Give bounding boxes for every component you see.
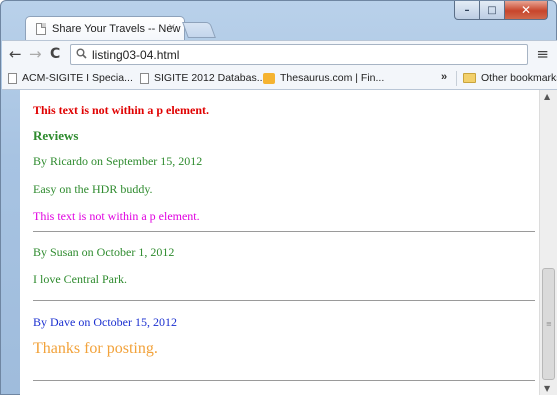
- scroll-down-icon[interactable]: ▼: [544, 384, 550, 393]
- bookmark-label: Thesaurus.com | Fin...: [280, 72, 385, 84]
- address-bar[interactable]: listing03-04.html: [70, 44, 528, 65]
- divider: [33, 300, 535, 301]
- close-window-button[interactable]: ✕: [505, 1, 548, 20]
- minimize-button[interactable]: –: [454, 1, 480, 20]
- page-content: This text is not within a p element. Rev…: [20, 90, 539, 395]
- review-text: I love Central Park.: [33, 272, 127, 286]
- new-tab-button[interactable]: [182, 22, 216, 38]
- tab-title: Share Your Travels -- New: [52, 22, 181, 35]
- forward-icon[interactable]: →: [29, 45, 42, 63]
- reviews-heading: Reviews: [33, 128, 79, 143]
- review-byline: By Dave on October 15, 2012: [33, 315, 177, 329]
- url-text[interactable]: listing03-04.html: [92, 48, 179, 62]
- other-bookmarks[interactable]: Other bookmarks: [463, 72, 557, 84]
- page-icon: [8, 72, 17, 84]
- browser-window: – □ ✕ Share Your Travels -- New × ← → C …: [0, 0, 557, 395]
- scrollbar-thumb[interactable]: ≡: [542, 268, 555, 380]
- bookmark-label: ACM-SIGITE I Specia...: [22, 72, 133, 84]
- other-bookmarks-label: Other bookmarks: [481, 72, 557, 84]
- bookmark-item[interactable]: SIGITE 2012 Databas...: [140, 72, 265, 84]
- review-byline: By Ricardo on September 15, 2012: [33, 154, 203, 168]
- folder-icon: [463, 73, 476, 83]
- page-icon: [36, 22, 46, 35]
- menu-icon[interactable]: ≡: [536, 45, 549, 63]
- bookmark-label: SIGITE 2012 Databas...: [154, 72, 266, 84]
- unwrapped-text-magenta: This text is not within a p element.: [33, 209, 200, 223]
- bookmarks-divider: [456, 71, 457, 86]
- browser-tab[interactable]: Share Your Travels -- New ×: [25, 16, 185, 40]
- review-byline: By Susan on October 1, 2012: [33, 245, 175, 259]
- divider: [33, 380, 535, 381]
- grip-icon: ≡: [546, 320, 552, 328]
- vertical-scrollbar[interactable]: ▲ ≡ ▼: [539, 90, 557, 395]
- window-caption-buttons: – □ ✕: [454, 1, 548, 20]
- back-icon[interactable]: ←: [9, 45, 22, 63]
- thesaurus-icon: [263, 72, 275, 84]
- tab-close-icon[interactable]: ×: [168, 22, 176, 33]
- toolbar: ← → C listing03-04.html ≡: [2, 40, 557, 68]
- bookmarks-bar: ACM-SIGITE I Specia... SIGITE 2012 Datab…: [2, 68, 557, 90]
- divider: [33, 231, 535, 232]
- scroll-up-icon[interactable]: ▲: [544, 92, 550, 101]
- page-icon: [140, 72, 149, 84]
- unwrapped-text-red: This text is not within a p element.: [33, 103, 210, 117]
- bookmark-item[interactable]: ACM-SIGITE I Specia...: [8, 72, 133, 84]
- reload-icon[interactable]: C: [50, 45, 60, 63]
- review-text: Easy on the HDR buddy.: [33, 182, 153, 196]
- review-text: Thanks for posting.: [33, 340, 158, 357]
- maximize-button[interactable]: □: [480, 1, 505, 20]
- bookmarks-overflow-button[interactable]: »: [441, 71, 447, 83]
- bookmark-item[interactable]: Thesaurus.com | Fin...: [263, 72, 384, 84]
- search-icon: [76, 48, 87, 62]
